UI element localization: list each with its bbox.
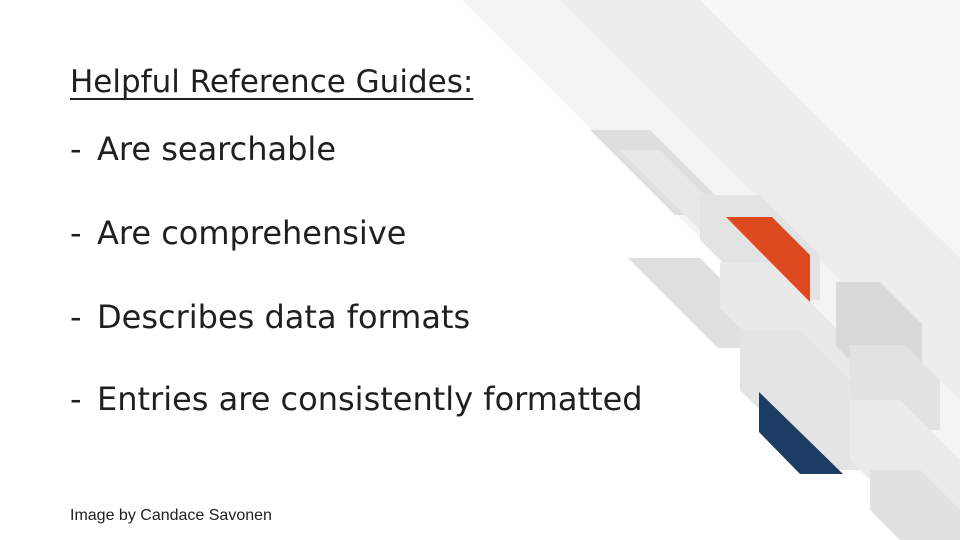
bullet-item: - Describes data formats: [70, 301, 470, 333]
slide: Helpful Reference Guides: - Are searchabl…: [0, 0, 960, 540]
bullet-text: Are searchable: [97, 130, 336, 168]
bullet-text: Describes data formats: [97, 298, 471, 336]
bullet-dash: -: [70, 298, 82, 336]
bullet-dash: -: [70, 130, 82, 168]
bullet-item: - Are comprehensive: [70, 217, 406, 249]
bullet-dash: -: [70, 214, 82, 252]
image-credit: Image by Candace Savonen: [70, 507, 272, 524]
bullet-text: Entries are consistently formatted: [97, 380, 643, 418]
slide-title: Helpful Reference Guides:: [70, 64, 474, 100]
bullet-item: - Are searchable: [70, 133, 336, 165]
bullet-item: - Entries are consistently formatted: [70, 383, 643, 415]
bullet-text: Are comprehensive: [97, 214, 407, 252]
bullet-dash: -: [70, 380, 82, 418]
